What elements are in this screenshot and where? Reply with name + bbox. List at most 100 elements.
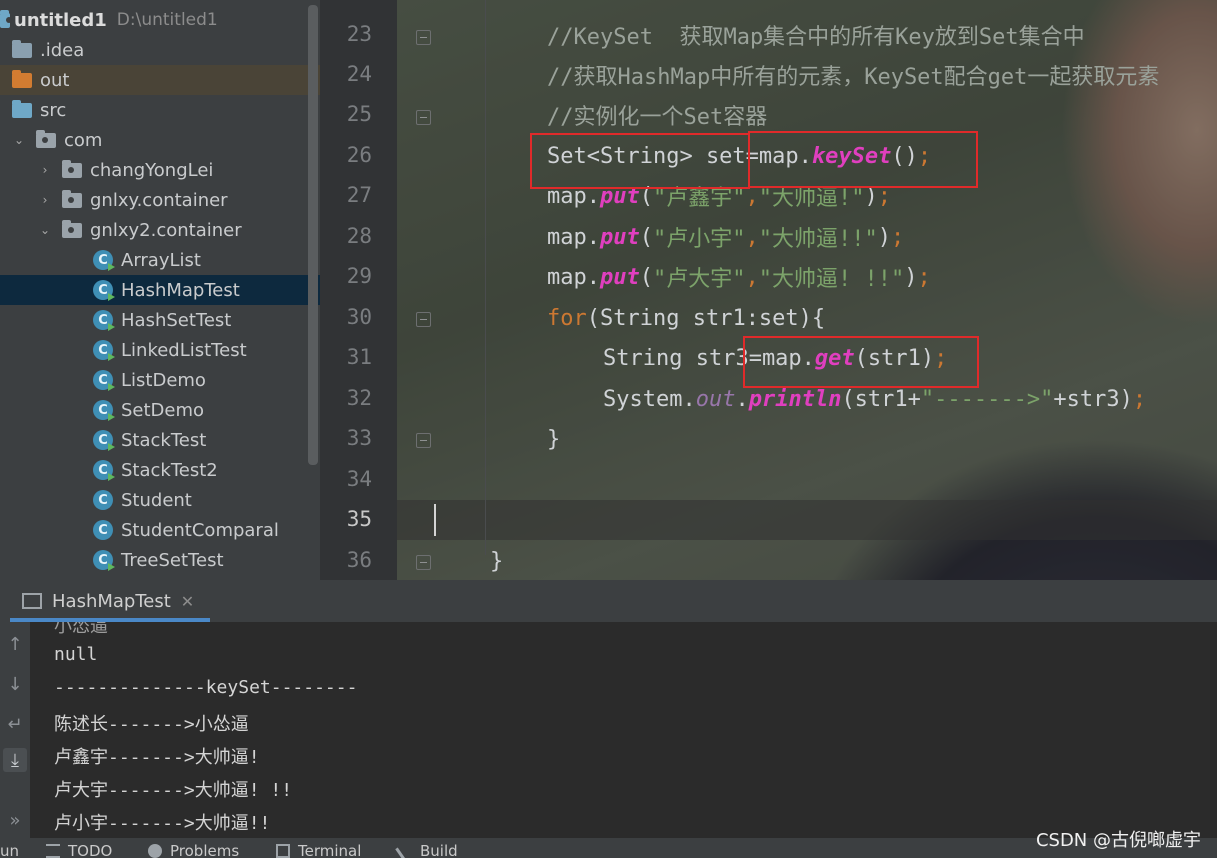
console-output[interactable]: 小怂逼 null --------------keySet-------- 陈述… (30, 622, 1217, 838)
tree-item-out[interactable]: out (0, 65, 320, 95)
class-icon: C (93, 460, 115, 481)
tree-item-class[interactable]: C StackTest2 (0, 455, 320, 485)
line-number: 31 (346, 345, 372, 369)
arrow-up-icon[interactable]: ↑ (3, 632, 27, 656)
code-text: map. (547, 264, 600, 290)
line-number: 23 (346, 22, 372, 46)
code-text: (str1+ (841, 386, 921, 412)
tree-item-label: HashMapTest (121, 279, 240, 301)
tree-item-gnlxy2-container[interactable]: ⌄ gnlxy2.container (0, 215, 320, 245)
code-line-30[interactable]: for (String str1:set){ (547, 298, 825, 338)
tree-item-class[interactable]: C Student (0, 485, 320, 515)
code-line-36[interactable]: } (490, 541, 503, 580)
fold-marker-icon[interactable] (416, 555, 431, 570)
build-tool-button[interactable]: Build (395, 841, 458, 858)
tree-item-idea[interactable]: .idea (0, 35, 320, 65)
tree-item-src[interactable]: src (0, 95, 320, 125)
package-icon (62, 219, 82, 238)
todo-tool-button[interactable]: TODO (46, 842, 112, 858)
tool-window-bar: un TODO Problems Terminal Build (0, 838, 1217, 858)
highlight-box (530, 133, 750, 189)
tree-root[interactable]: untitled1 D:\untitled1 (0, 5, 320, 35)
comma: , (745, 264, 759, 290)
scroll-to-end-icon[interactable]: ⤓ (3, 748, 27, 772)
close-icon[interactable]: ✕ (181, 592, 194, 611)
console-line: 卢小宇------->大帅逼!! (54, 813, 271, 834)
tree-item-class[interactable]: C TreeSetTest (0, 545, 320, 575)
tree-item-class[interactable]: C ListDemo (0, 365, 320, 395)
chevron-down-icon[interactable]: ⌄ (38, 223, 52, 237)
console-line: 小怂逼 (54, 622, 108, 637)
code-editor[interactable]: 23 24 25 26 27 28 29 30 31 32 33 34 35 3… (320, 0, 1217, 580)
tree-scrollbar[interactable] (308, 5, 318, 465)
code-text: ( (639, 224, 653, 250)
tree-item-class[interactable]: C HashSetTest (0, 305, 320, 335)
fold-marker-icon[interactable] (416, 312, 431, 327)
fold-marker-icon[interactable] (416, 433, 431, 448)
problems-icon (148, 844, 162, 858)
tree-item-class[interactable]: C StudentComparal (0, 515, 320, 545)
class-icon: C (93, 490, 113, 510)
package-icon (62, 189, 82, 208)
class-icon: C (93, 370, 115, 391)
line-number: 36 (346, 548, 372, 572)
code-text: ) (904, 264, 918, 290)
line-gutter (320, 0, 397, 580)
current-line-highlight (397, 500, 1217, 540)
semicolon: ; (1132, 386, 1147, 412)
tree-item-class[interactable]: C LinkedListTest (0, 335, 320, 365)
code-line-23[interactable]: //KeySet 获取Map集合中的所有Key放到Set集合中 (547, 15, 1085, 55)
fold-marker-icon[interactable] (416, 110, 431, 125)
tree-item-class[interactable]: C SetDemo (0, 395, 320, 425)
tree-item-label: .idea (40, 39, 85, 61)
string-literal: "卢小宇" (652, 227, 746, 252)
chevron-right-icon[interactable]: › (38, 193, 52, 207)
class-icon: C (93, 430, 115, 451)
tree-item-label: ListDemo (121, 369, 206, 391)
todo-label: TODO (68, 842, 113, 858)
class-icon: C (93, 280, 115, 301)
tree-item-label: ArrayList (121, 249, 201, 271)
tree-item-class[interactable]: C ArrayList (0, 245, 320, 275)
indent-guide (485, 0, 486, 555)
code-text: map. (547, 224, 600, 250)
code-text: ) (877, 224, 891, 250)
chevron-down-icon[interactable]: ⌄ (12, 133, 26, 147)
run-tool-button[interactable]: un (0, 842, 19, 858)
package-icon (62, 159, 82, 178)
folder-icon (12, 69, 32, 88)
build-label: Build (420, 842, 458, 858)
run-tab[interactable]: HashMapTest ✕ (22, 580, 194, 622)
chevron-right-icon[interactable]: › (38, 163, 52, 177)
fold-marker-icon[interactable] (416, 30, 431, 45)
highlight-box (748, 131, 978, 188)
tree-item-class[interactable]: C StackTest (0, 425, 320, 455)
code-line-29[interactable]: map. put("卢大宇", "大帅逼! !!"); (547, 257, 931, 297)
watermark: CSDN @古倪啷虚宇 (1035, 830, 1201, 851)
arrow-down-icon[interactable]: ↓ (3, 672, 27, 696)
tree-item-label: src (40, 99, 67, 121)
more-icon[interactable]: » (3, 808, 27, 832)
string-literal: "卢大宇" (652, 267, 746, 292)
comment: //实例化一个Set容器 (547, 105, 768, 130)
problems-tool-button[interactable]: Problems (148, 842, 239, 858)
terminal-tool-button[interactable]: Terminal (276, 842, 361, 858)
tree-item-label: Student (121, 489, 192, 511)
tree-item-com[interactable]: ⌄ com (0, 125, 320, 155)
string-literal: "------->" (920, 386, 1054, 412)
code-line-24[interactable]: //获取HashMap中所有的元素，KeySet配合get一起获取元素 (547, 55, 1159, 95)
console-icon (22, 593, 42, 609)
tree-item-changyonglei[interactable]: › changYongLei (0, 155, 320, 185)
code-line-33[interactable]: } (547, 419, 560, 459)
package-icon (36, 129, 56, 148)
code-line-25[interactable]: //实例化一个Set容器 (547, 95, 767, 135)
code-line-28[interactable]: map. put("卢小宇", "大帅逼!!"); (547, 217, 904, 257)
tree-item-class-selected[interactable]: C HashMapTest (0, 275, 320, 305)
string-literal: "大帅逼!!" (758, 227, 878, 252)
soft-wrap-icon[interactable]: ↵ (3, 712, 27, 736)
tree-root-path: D:\untitled1 (116, 10, 218, 30)
tree-item-label: gnlxy.container (90, 189, 228, 211)
code-text: ( (639, 264, 653, 290)
line-number: 33 (346, 426, 372, 450)
tree-item-gnlxy-container[interactable]: › gnlxy.container (0, 185, 320, 215)
